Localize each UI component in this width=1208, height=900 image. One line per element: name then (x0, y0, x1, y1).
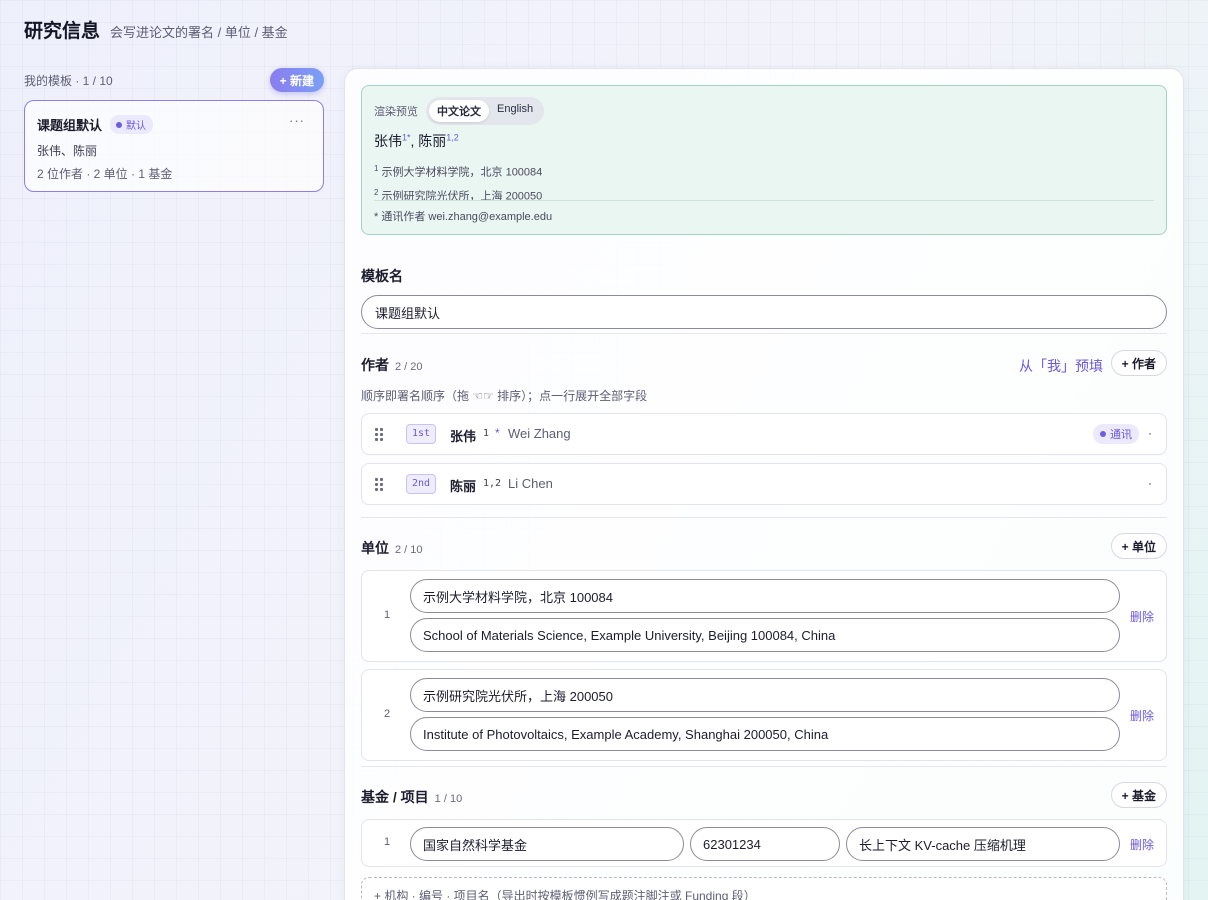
corresponding-badge: 通讯 (1093, 424, 1139, 444)
page-title: 研究信息 (24, 21, 101, 42)
preview-author-name: 张伟 (374, 133, 402, 149)
preview-author-name: 陈丽 (418, 133, 447, 149)
page-subtitle: 会写进论文的署名 / 单位 / 基金 (110, 25, 288, 40)
divider (361, 333, 1167, 334)
grant-number-input[interactable] (690, 827, 840, 861)
preview-author-sup: 1,2 (446, 132, 459, 143)
author-english-name: Wei Zhang (508, 426, 571, 441)
template-sidebar: 我的模板 · 1 / 10 + 新建 课题组默认 默认 ··· 张伟、陈丽 2 … (24, 68, 324, 192)
badge-dot-icon (1100, 431, 1106, 437)
add-funding-button[interactable]: + 基金 (1110, 782, 1167, 808)
preview-affiliation-num: 1 (374, 164, 379, 173)
funding-count: 1 / 10 (434, 793, 463, 805)
corresponding-star: * (495, 426, 500, 440)
row-menu-icon[interactable]: · (1148, 426, 1152, 440)
affiliation-card: 2 删除 (361, 669, 1167, 761)
add-author-button[interactable]: + 作者 (1110, 350, 1167, 376)
preview-affiliation: 2 示例研究院光伏所，上海 200050 (374, 183, 542, 207)
new-template-button[interactable]: + 新建 (269, 68, 324, 92)
default-badge: 默认 (110, 115, 154, 134)
authors-hint: 顺序即署名顺序（拖 ☜☞ 排序）；点一行展开全部字段 (361, 389, 648, 403)
affiliation-card: 1 删除 (361, 570, 1167, 662)
preview-author-line: 张伟1*, 陈丽1,2 (374, 131, 459, 151)
template-card-stats: 2 位作者 · 2 单位 · 1 基金 (37, 167, 173, 181)
affiliation-zh-input[interactable] (410, 678, 1120, 712)
tab-english[interactable]: English (489, 100, 541, 122)
badge-dot-icon (116, 121, 123, 128)
delete-affiliation-link[interactable]: 删除 (1130, 707, 1154, 724)
template-card-title-row: 课题组默认 默认 (37, 115, 311, 134)
preview-divider (374, 200, 1154, 201)
template-name-input[interactable] (361, 295, 1167, 329)
funding-card: 1 删除 (361, 819, 1167, 867)
template-card-name: 课题组默认 (37, 118, 103, 133)
template-count-label: 我的模板 · 1 / 10 (24, 73, 113, 88)
funding-agency-input[interactable] (410, 827, 684, 861)
row-menu-icon[interactable]: · (1148, 476, 1152, 490)
preview-affiliation: 1 示例大学材料学院，北京 100084 (374, 159, 542, 183)
template-list-header: 我的模板 · 1 / 10 + 新建 (24, 68, 324, 92)
affiliation-number: 1 (384, 609, 391, 621)
tab-chinese-paper[interactable]: 中文论文 (429, 100, 489, 122)
preview-header: 渲染预览 中文论文 English (374, 97, 545, 125)
template-editor-panel: 渲染预览 中文论文 English 张伟1*, 陈丽1,2 1 示例大学材料学院… (344, 68, 1184, 900)
funding-section-title: 基金 / 项目 1 / 10 (361, 787, 462, 807)
preview-language-toggle: 中文论文 English (426, 97, 545, 125)
author-name: 陈丽 (450, 479, 477, 494)
affiliation-en-input[interactable] (410, 717, 1120, 751)
author-order-badge: 1st (406, 424, 437, 444)
authors-label: 作者 (361, 357, 389, 373)
author-order-badge: 2nd (406, 474, 437, 494)
divider (361, 517, 1167, 518)
affiliations-section-title: 单位 2 / 10 (361, 538, 423, 558)
affiliations-count: 2 / 10 (395, 544, 423, 556)
author-name: 张伟 (450, 429, 477, 444)
more-options-icon[interactable]: ··· (289, 113, 305, 128)
affiliation-en-input[interactable] (410, 618, 1120, 652)
template-card-authors: 张伟、陈丽 (37, 144, 98, 158)
affiliations-label: 单位 (361, 540, 389, 556)
project-name-input[interactable] (846, 827, 1120, 861)
preview-author-sup: 1* (402, 132, 411, 143)
preview-label: 渲染预览 (374, 106, 418, 118)
author-affiliation-refs: 1 (483, 428, 490, 439)
page-header: 研究信息 会写进论文的署名 / 单位 / 基金 (24, 16, 288, 43)
affiliation-number: 2 (384, 708, 391, 720)
affiliation-zh-input[interactable] (410, 579, 1120, 613)
author-row[interactable]: 2nd 陈丽 1,2 Li Chen · (361, 463, 1167, 505)
authors-section-title: 作者 2 / 20 (361, 355, 423, 375)
divider (361, 766, 1167, 767)
author-english-name: Li Chen (508, 476, 553, 491)
funding-label: 基金 / 项目 (361, 789, 429, 805)
preview-corresponding-note: * 通讯作者 wei.zhang@example.edu (374, 211, 553, 223)
drag-handle-icon[interactable] (374, 427, 384, 441)
preview-affiliation-text: 示例大学材料学院，北京 100084 (381, 166, 543, 179)
delete-funding-link[interactable]: 删除 (1130, 836, 1154, 853)
delete-affiliation-link[interactable]: 删除 (1130, 608, 1154, 625)
authors-count: 2 / 20 (395, 361, 423, 373)
funding-number: 1 (384, 836, 391, 848)
render-preview: 渲染预览 中文论文 English 张伟1*, 陈丽1,2 1 示例大学材料学院… (361, 85, 1167, 235)
corresponding-badge-label: 通讯 (1110, 429, 1132, 441)
author-row[interactable]: 1st 张伟 1 * Wei Zhang 通讯 · (361, 413, 1167, 455)
default-badge-label: 默认 (126, 121, 147, 132)
preview-affiliation-num: 2 (374, 187, 379, 197)
template-name-label: 模板名 (361, 268, 403, 284)
add-affiliation-button[interactable]: + 单位 (1110, 533, 1167, 559)
prefill-from-me-link[interactable]: 从「我」预填 (1019, 356, 1103, 376)
drag-handle-icon[interactable] (374, 477, 384, 491)
template-card[interactable]: 课题组默认 默认 ··· 张伟、陈丽 2 位作者 · 2 单位 · 1 基金 (24, 100, 324, 192)
author-affiliation-refs: 1,2 (483, 478, 502, 489)
add-funding-placeholder[interactable]: + 机构 · 编号 · 项目名（导出时按模板惯例写成题注脚注或 Funding … (361, 877, 1167, 900)
